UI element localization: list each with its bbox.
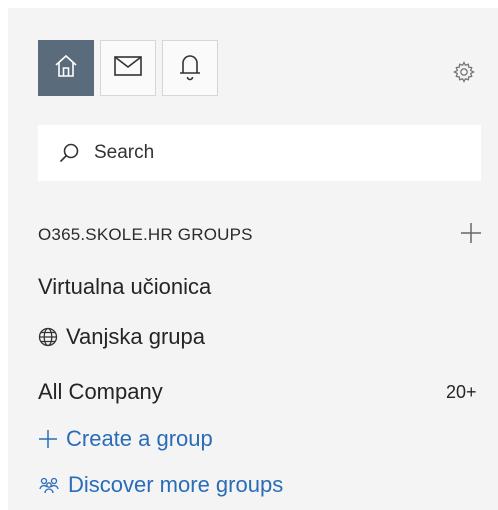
settings-button[interactable] bbox=[452, 60, 476, 84]
create-group-label: Create a group bbox=[66, 426, 213, 451]
mail-button[interactable] bbox=[100, 40, 156, 96]
people-icon bbox=[39, 477, 59, 494]
top-nav bbox=[38, 40, 218, 96]
groups-section-header: O365.SKOLE.HR GROUPS bbox=[38, 225, 253, 244]
group-label: Virtualna učionica bbox=[38, 274, 212, 299]
home-icon bbox=[52, 52, 80, 85]
home-button[interactable] bbox=[38, 40, 94, 96]
plus-icon bbox=[461, 223, 481, 243]
globe-icon bbox=[38, 327, 58, 347]
search-box[interactable] bbox=[38, 125, 481, 181]
add-group-button[interactable] bbox=[460, 222, 482, 244]
bell-icon bbox=[178, 51, 202, 86]
discover-groups-link[interactable]: Discover more groups bbox=[38, 472, 283, 498]
search-icon bbox=[59, 143, 79, 163]
mail-icon bbox=[113, 54, 143, 83]
group-label: Vanjska grupa bbox=[66, 324, 206, 349]
group-label: All Company bbox=[38, 379, 163, 404]
group-item-all-company[interactable]: All Company bbox=[38, 379, 163, 405]
plus-icon bbox=[39, 430, 57, 448]
discover-groups-label: Discover more groups bbox=[68, 472, 284, 497]
search-input[interactable] bbox=[92, 141, 456, 165]
gear-icon bbox=[452, 61, 476, 88]
create-group-link[interactable]: Create a group bbox=[38, 426, 213, 452]
groups-panel: O365.SKOLE.HR GROUPS Virtualna učionica … bbox=[8, 8, 498, 510]
group-item-vanjska-grupa[interactable]: Vanjska grupa bbox=[38, 324, 205, 350]
group-item-virtualna-ucionica[interactable]: Virtualna učionica bbox=[38, 274, 211, 300]
unread-count-badge: 20+ bbox=[446, 382, 477, 402]
notifications-button[interactable] bbox=[162, 40, 218, 96]
